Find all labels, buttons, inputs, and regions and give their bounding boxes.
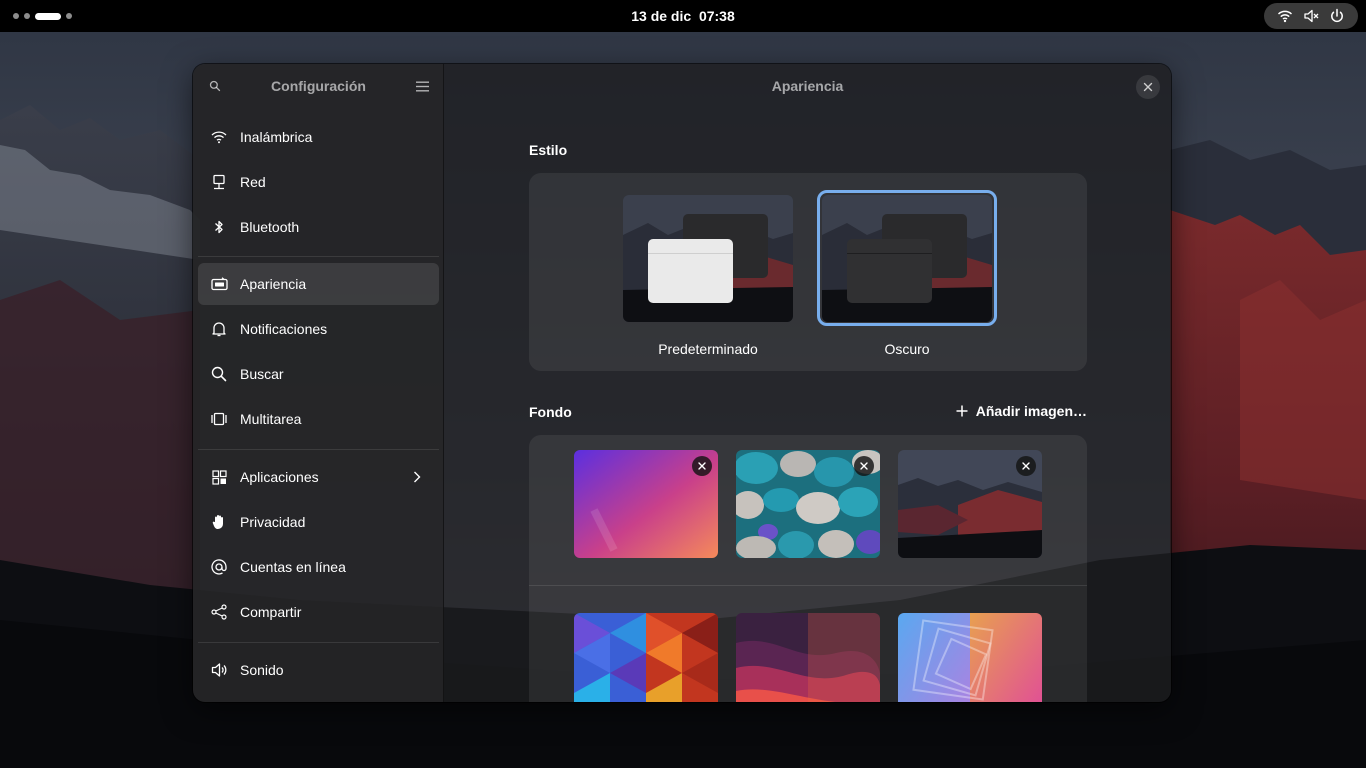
style-option-dark[interactable] bbox=[817, 190, 997, 326]
settings-window: Configuración Inalámbrica Red Bluetooth bbox=[193, 64, 1171, 702]
bell-icon bbox=[210, 320, 228, 338]
workspace-dot[interactable] bbox=[13, 13, 19, 19]
sidebar-item-cuentas[interactable]: Cuentas en línea bbox=[198, 546, 439, 588]
plus-icon bbox=[956, 405, 968, 417]
sidebar-separator bbox=[198, 642, 439, 643]
clock-time: 07:38 bbox=[698, 8, 735, 24]
top-bar: 13 de dic 07:38 bbox=[0, 0, 1366, 32]
sidebar-item-label: Compartir bbox=[240, 604, 302, 620]
appearance-icon bbox=[210, 275, 228, 293]
content-header: Apariencia bbox=[444, 64, 1171, 108]
add-image-label: Añadir imagen… bbox=[975, 403, 1087, 419]
wallpaper-separator bbox=[529, 585, 1087, 586]
multitasking-icon bbox=[210, 410, 228, 428]
sidebar-item-label: Red bbox=[240, 174, 266, 190]
sidebar-item-compartir[interactable]: Compartir bbox=[198, 591, 439, 633]
close-icon bbox=[860, 462, 868, 470]
sidebar-item-label: Cuentas en línea bbox=[240, 559, 346, 575]
sidebar-item-label: Buscar bbox=[240, 366, 284, 382]
sidebar-item-inalambrica[interactable]: Inalámbrica bbox=[198, 116, 439, 158]
style-option-default[interactable] bbox=[618, 190, 798, 326]
sidebar-item-label: Sonido bbox=[240, 662, 284, 678]
power-icon bbox=[1327, 6, 1347, 26]
sidebar-item-notificaciones[interactable]: Notificaciones bbox=[198, 308, 439, 350]
hand-icon bbox=[210, 513, 228, 531]
add-image-button[interactable]: Añadir imagen… bbox=[956, 402, 1087, 420]
close-icon bbox=[1143, 82, 1153, 92]
dark-style-preview bbox=[822, 195, 992, 322]
clock[interactable]: 13 de dic 07:38 bbox=[0, 0, 1366, 32]
wallpaper-thumb[interactable] bbox=[574, 450, 718, 558]
sidebar-item-aplicaciones[interactable]: Aplicaciones bbox=[198, 456, 439, 498]
sidebar-item-label: Bluetooth bbox=[240, 219, 300, 235]
speaker-icon bbox=[210, 661, 228, 679]
sidebar-item-multitarea[interactable]: Multitarea bbox=[198, 398, 439, 440]
sidebar-item-apariencia[interactable]: Apariencia bbox=[198, 263, 439, 305]
wallpaper-thumb[interactable] bbox=[736, 613, 880, 702]
style-card: Predeterminado Oscuro bbox=[529, 173, 1087, 371]
sidebar-separator bbox=[198, 256, 439, 257]
wallpaper-thumb[interactable] bbox=[574, 613, 718, 702]
background-heading: Fondo bbox=[529, 404, 572, 420]
sidebar-item-red[interactable]: Red bbox=[198, 161, 439, 203]
remove-wallpaper-button[interactable] bbox=[854, 456, 874, 476]
sidebar-title: Configuración bbox=[271, 78, 366, 94]
wifi-icon bbox=[210, 128, 228, 146]
sidebar-item-label: Inalámbrica bbox=[240, 129, 313, 145]
sidebar: Configuración Inalámbrica Red Bluetooth bbox=[193, 64, 444, 702]
at-icon bbox=[210, 558, 228, 576]
search-icon bbox=[209, 80, 221, 92]
main-menu-button[interactable] bbox=[413, 77, 431, 95]
remove-wallpaper-button[interactable] bbox=[1016, 456, 1036, 476]
clock-date: 13 de dic bbox=[631, 8, 692, 24]
sidebar-item-label: Aplicaciones bbox=[240, 469, 319, 485]
page-title: Apariencia bbox=[771, 78, 844, 94]
network-icon bbox=[210, 173, 228, 191]
workspace-dot[interactable] bbox=[66, 13, 72, 19]
default-style-preview bbox=[623, 195, 793, 322]
close-icon bbox=[1022, 462, 1030, 470]
sidebar-item-bluetooth[interactable]: Bluetooth bbox=[198, 206, 439, 248]
wallpaper-thumb[interactable] bbox=[898, 450, 1042, 558]
close-icon bbox=[698, 462, 706, 470]
search-button[interactable] bbox=[206, 77, 224, 95]
style-option-dark-label: Oscuro bbox=[884, 341, 930, 357]
close-button[interactable] bbox=[1136, 75, 1160, 99]
style-option-default-label: Predeterminado bbox=[658, 341, 758, 357]
system-status-menu[interactable] bbox=[1264, 3, 1358, 29]
hamburger-menu-icon bbox=[415, 81, 429, 91]
wifi-icon bbox=[1275, 6, 1295, 26]
sidebar-separator bbox=[198, 449, 439, 450]
sidebar-item-label: Notificaciones bbox=[240, 321, 328, 337]
sidebar-item-label: Multitarea bbox=[240, 411, 302, 427]
sidebar-item-label: Privacidad bbox=[240, 514, 306, 530]
remove-wallpaper-button[interactable] bbox=[692, 456, 712, 476]
background-card bbox=[529, 435, 1087, 702]
sidebar-item-label: Apariencia bbox=[240, 276, 307, 292]
workspace-active[interactable] bbox=[35, 12, 61, 20]
sidebar-header: Configuración bbox=[193, 64, 444, 108]
content-pane: Apariencia Estilo Predeterminado Oscuro … bbox=[444, 64, 1171, 702]
apps-grid-icon bbox=[210, 468, 228, 486]
sidebar-item-buscar[interactable]: Buscar bbox=[198, 353, 439, 395]
bluetooth-icon bbox=[210, 218, 228, 236]
wallpaper-thumb[interactable] bbox=[898, 613, 1042, 702]
workspace-dot[interactable] bbox=[24, 13, 30, 19]
volume-muted-icon bbox=[1301, 6, 1321, 26]
sidebar-item-sonido[interactable]: Sonido bbox=[198, 649, 439, 691]
sidebar-item-privacidad[interactable]: Privacidad bbox=[198, 501, 439, 543]
workspace-indicator[interactable] bbox=[13, 11, 72, 21]
share-icon bbox=[210, 603, 228, 621]
chevron-right-icon bbox=[409, 469, 425, 485]
wallpaper-thumb[interactable] bbox=[736, 450, 880, 558]
style-heading: Estilo bbox=[529, 142, 568, 158]
search-icon bbox=[210, 365, 228, 383]
